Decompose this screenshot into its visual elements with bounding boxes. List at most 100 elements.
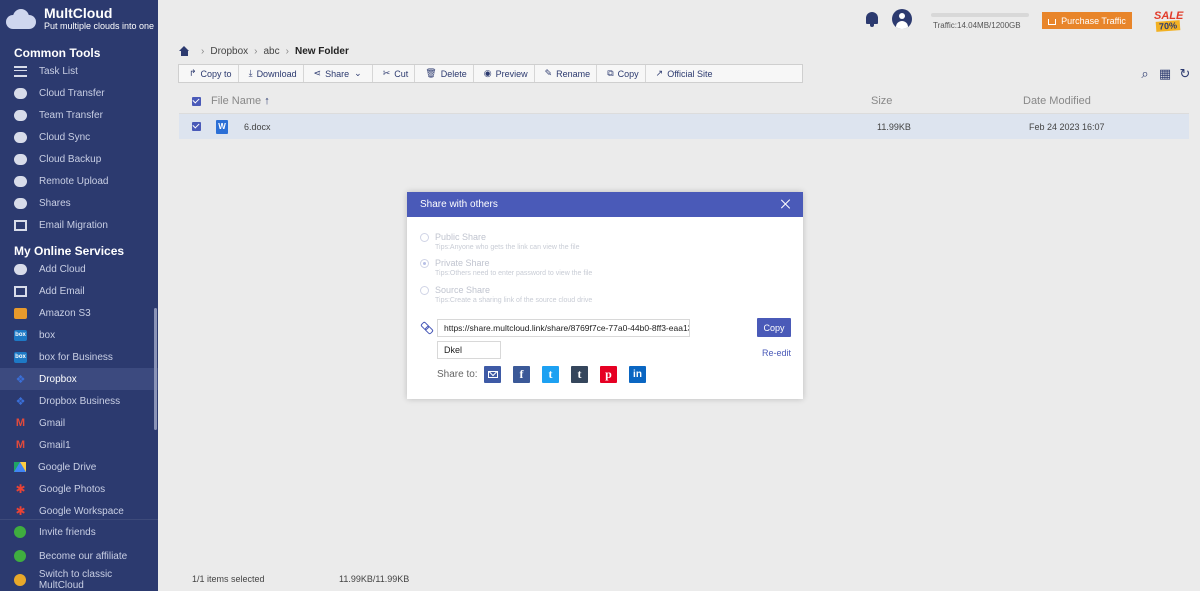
public-share-radio[interactable]	[420, 233, 429, 242]
sidebar-item-label: Cloud Sync	[39, 131, 91, 143]
official-site-label: Official Site	[667, 68, 713, 79]
official-site-button[interactable]: ↗ Official Site	[646, 65, 719, 82]
brand-name: MultCloud	[44, 5, 113, 21]
amazon-s3-icon	[14, 307, 27, 319]
sidebar-item-shares[interactable]: Shares	[0, 192, 158, 214]
close-icon[interactable]	[780, 198, 792, 210]
logo[interactable]: MultCloud Put multiple clouds into one	[0, 0, 158, 38]
re-edit-link[interactable]: Re-edit	[762, 348, 791, 358]
sidebar-item-amazon-s3[interactable]: Amazon S3	[0, 302, 158, 324]
email-icon[interactable]	[484, 366, 501, 383]
sidebar-item-add-cloud[interactable]: Add Cloud	[0, 258, 158, 280]
sidebar-scrollbar[interactable]	[154, 308, 157, 430]
sidebar-item-add-email[interactable]: Add Email	[0, 280, 158, 302]
sidebar-item-cloud-transfer[interactable]: Cloud Transfer	[0, 82, 158, 104]
gift-icon	[14, 526, 26, 538]
sidebar-item-team-transfer[interactable]: Team Transfer	[0, 104, 158, 126]
column-date-modified[interactable]: Date Modified	[1023, 95, 1091, 107]
share-password-field[interactable]: Dkel	[437, 341, 501, 359]
crumb-abc[interactable]: abc	[264, 46, 280, 57]
copy-to-label: Copy to	[200, 68, 232, 79]
traffic-progress	[931, 13, 1029, 17]
pinterest-icon[interactable]: p	[600, 366, 617, 383]
email-migration-icon	[14, 219, 27, 231]
select-all-checkbox[interactable]	[192, 96, 201, 106]
sidebar-item-label: Gmail1	[39, 439, 71, 451]
sidebar-item-box[interactable]: box box	[0, 324, 158, 346]
cart-icon	[1048, 18, 1057, 25]
linkedin-icon[interactable]: in	[629, 366, 646, 383]
row-checkbox[interactable]	[192, 122, 201, 131]
refresh-icon[interactable]: ↻	[1178, 67, 1192, 81]
rename-button[interactable]: ✎ Rename	[535, 65, 598, 82]
sidebar-item-gmail1[interactable]: M Gmail1	[0, 434, 158, 456]
link-icon	[421, 322, 433, 334]
table-row[interactable]: W 6.docx 11.99KB Feb 24 2023 16:07	[179, 114, 1189, 139]
trash-icon: 🗑	[425, 68, 437, 78]
private-share-radio[interactable]	[420, 259, 429, 268]
sale-badge[interactable]: SALE 70%	[1148, 8, 1196, 34]
team-transfer-icon	[14, 109, 27, 121]
sidebar-item-cloud-sync[interactable]: Cloud Sync	[0, 126, 158, 148]
classic-switch-link[interactable]: Switch to classic MultCloud	[0, 568, 158, 591]
sidebar-item-label: Dropbox Business	[39, 395, 121, 407]
cloud-backup-icon	[14, 153, 27, 165]
delete-button[interactable]: 🗑 Delete	[415, 65, 474, 82]
facebook-icon[interactable]: f	[513, 366, 530, 383]
sidebar-item-task-list[interactable]: Task List	[0, 60, 158, 82]
purchase-traffic-button[interactable]: Purchase Traffic	[1042, 12, 1132, 29]
column-size[interactable]: Size	[871, 95, 1023, 107]
download-button[interactable]: ⤓ Download	[239, 65, 304, 82]
add-cloud-icon	[14, 263, 27, 275]
sidebar-item-label: Google Workspace	[39, 505, 124, 517]
grid-view-icon[interactable]: ▦	[1158, 67, 1172, 81]
cloud-sync-icon	[14, 131, 27, 143]
share-url-field[interactable]: https://share.multcloud.link/share/8769f…	[437, 319, 690, 337]
user-avatar-icon[interactable]	[892, 9, 912, 29]
sidebar-item-box-for-business[interactable]: box box for Business	[0, 346, 158, 368]
sidebar-item-label: Dropbox	[39, 373, 77, 385]
sidebar-item-label: Remote Upload	[39, 175, 109, 187]
remote-upload-icon	[14, 175, 27, 187]
preview-button[interactable]: ◉ Preview	[474, 65, 535, 82]
sidebar-item-label: Cloud Backup	[39, 153, 102, 165]
crumb-dropbox[interactable]: Dropbox	[210, 46, 248, 57]
copy-label: Copy	[617, 68, 639, 79]
column-file-name[interactable]: File Name ↑	[211, 95, 871, 107]
sidebar-item-email-migration[interactable]: Email Migration	[0, 214, 158, 236]
bottom-item-label: Switch to classic MultCloud	[38, 569, 113, 591]
word-doc-icon: W	[216, 119, 228, 134]
traffic-text: Traffic:14.04MB/1200GB	[933, 21, 1021, 30]
delete-label: Delete	[440, 68, 467, 79]
source-share-label: Source Share	[435, 285, 491, 295]
bottom-item-label: Invite friends	[39, 526, 96, 538]
share-to-label: Share to:	[437, 369, 478, 380]
sidebar-item-remote-upload[interactable]: Remote Upload	[0, 170, 158, 192]
invite-friends-link[interactable]: Invite friends	[0, 520, 158, 544]
sidebar-item-google-photos[interactable]: ✱ Google Photos	[0, 478, 158, 500]
sidebar-item-gmail[interactable]: M Gmail	[0, 412, 158, 434]
sidebar-item-label: Cloud Transfer	[39, 87, 105, 99]
sidebar-item-dropbox-business[interactable]: ❖ Dropbox Business	[0, 390, 158, 412]
home-icon[interactable]	[179, 46, 190, 56]
cut-button[interactable]: ✂ Cut	[373, 65, 416, 82]
sidebar-item-google-drive[interactable]: Google Drive	[0, 456, 158, 478]
affiliate-link[interactable]: Become our affiliate	[0, 544, 158, 568]
file-name[interactable]: 6.docx	[244, 122, 877, 132]
copy-to-button[interactable]: ↱ Copy to	[179, 65, 239, 82]
search-icon[interactable]: ⌕	[1138, 67, 1152, 81]
tumblr-icon[interactable]: t	[571, 366, 588, 383]
breadcrumb: › Dropbox › abc › New Folder	[179, 44, 349, 58]
share-button[interactable]: ⋖ Share ⌄	[304, 65, 373, 82]
copy-button[interactable]: ⧉ Copy	[597, 65, 646, 82]
scissors-icon: ✂	[382, 68, 391, 78]
sidebar-item-dropbox[interactable]: ❖ Dropbox	[0, 368, 158, 390]
sidebar-item-cloud-backup[interactable]: Cloud Backup	[0, 148, 158, 170]
twitter-icon[interactable]: t	[542, 366, 559, 383]
dollar-icon	[14, 550, 26, 562]
copy-link-button[interactable]: Copy	[757, 318, 791, 337]
bell-icon[interactable]	[865, 11, 879, 27]
source-share-radio[interactable]	[420, 286, 429, 295]
sidebar-item-label: Google Drive	[38, 461, 97, 473]
external-link-icon: ↗	[655, 68, 664, 78]
